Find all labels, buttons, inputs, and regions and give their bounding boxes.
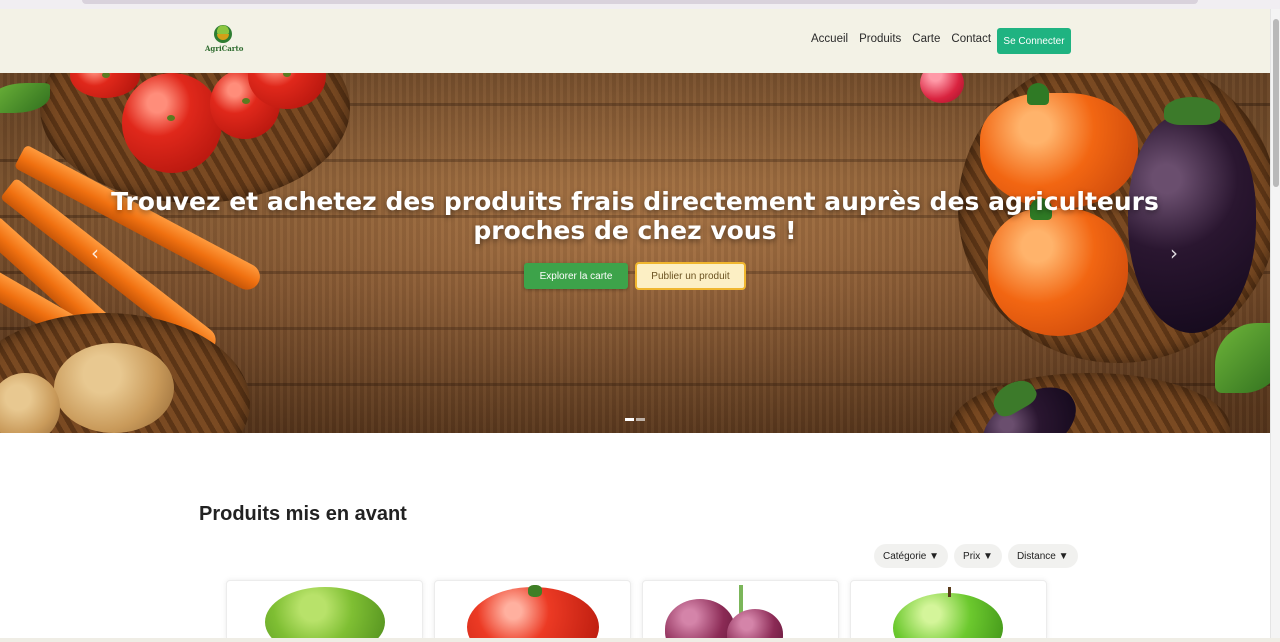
- browser-top-strip: [0, 0, 1280, 9]
- navbar: AgriCarto Accueil Produits Carte Contact…: [0, 9, 1270, 73]
- logo-leaf-icon: [214, 25, 232, 43]
- carousel-next-icon[interactable]: ›: [1167, 241, 1181, 265]
- login-button[interactable]: Se Connecter: [997, 28, 1071, 54]
- scrollbar[interactable]: [1270, 9, 1280, 638]
- nav-links: Accueil Produits Carte Contact: [811, 33, 1002, 45]
- carousel-indicators: [625, 418, 645, 421]
- scrollbar-thumb[interactable]: [1273, 19, 1279, 187]
- hero-title-line-1: Trouvez et achetez des produits frais di…: [111, 187, 1159, 216]
- featured-section-title: Produits mis en avant: [199, 503, 407, 525]
- filter-distance-button[interactable]: Distance ▼: [1007, 544, 1078, 568]
- explore-map-button[interactable]: Explorer la carte: [524, 263, 628, 289]
- logo[interactable]: AgriCarto: [205, 25, 244, 59]
- tomato-image: [467, 585, 599, 641]
- logo-text: AgriCarto: [205, 44, 244, 53]
- nav-link-produits[interactable]: Produits: [859, 33, 901, 45]
- product-card[interactable]: [642, 580, 839, 642]
- hero-title: Trouvez et achetez des produits frais di…: [0, 187, 1270, 245]
- lettuce-image: [265, 587, 385, 641]
- nav-link-carte[interactable]: Carte: [912, 33, 940, 45]
- nav-link-contact[interactable]: Contact: [951, 33, 991, 45]
- carousel-indicator[interactable]: [625, 418, 634, 421]
- filter-category-button[interactable]: Catégorie ▼: [874, 544, 949, 568]
- filter-price-button[interactable]: Prix ▼: [954, 544, 1002, 568]
- tomato-image: [122, 73, 222, 173]
- carousel-indicator[interactable]: [636, 418, 645, 421]
- browser-top-pill: [82, 0, 1198, 4]
- red-onion-image: [665, 599, 735, 641]
- product-cards: [226, 580, 1047, 642]
- product-card[interactable]: [226, 580, 423, 642]
- potato-image: [54, 343, 174, 433]
- nav-link-accueil[interactable]: Accueil: [811, 33, 848, 45]
- product-card[interactable]: [850, 580, 1047, 642]
- hero-carousel: Trouvez et achetez des produits frais di…: [0, 73, 1270, 433]
- carousel-prev-icon[interactable]: ‹: [88, 241, 102, 265]
- product-card[interactable]: [434, 580, 631, 642]
- hero-title-line-2: proches de chez vous !: [473, 216, 797, 245]
- green-apple-image: [893, 587, 1003, 641]
- product-filters: Catégorie ▼ Prix ▼ Distance ▼: [874, 544, 1078, 568]
- bottom-edge: [0, 638, 1280, 642]
- publish-product-button[interactable]: Publier un produit: [635, 262, 746, 290]
